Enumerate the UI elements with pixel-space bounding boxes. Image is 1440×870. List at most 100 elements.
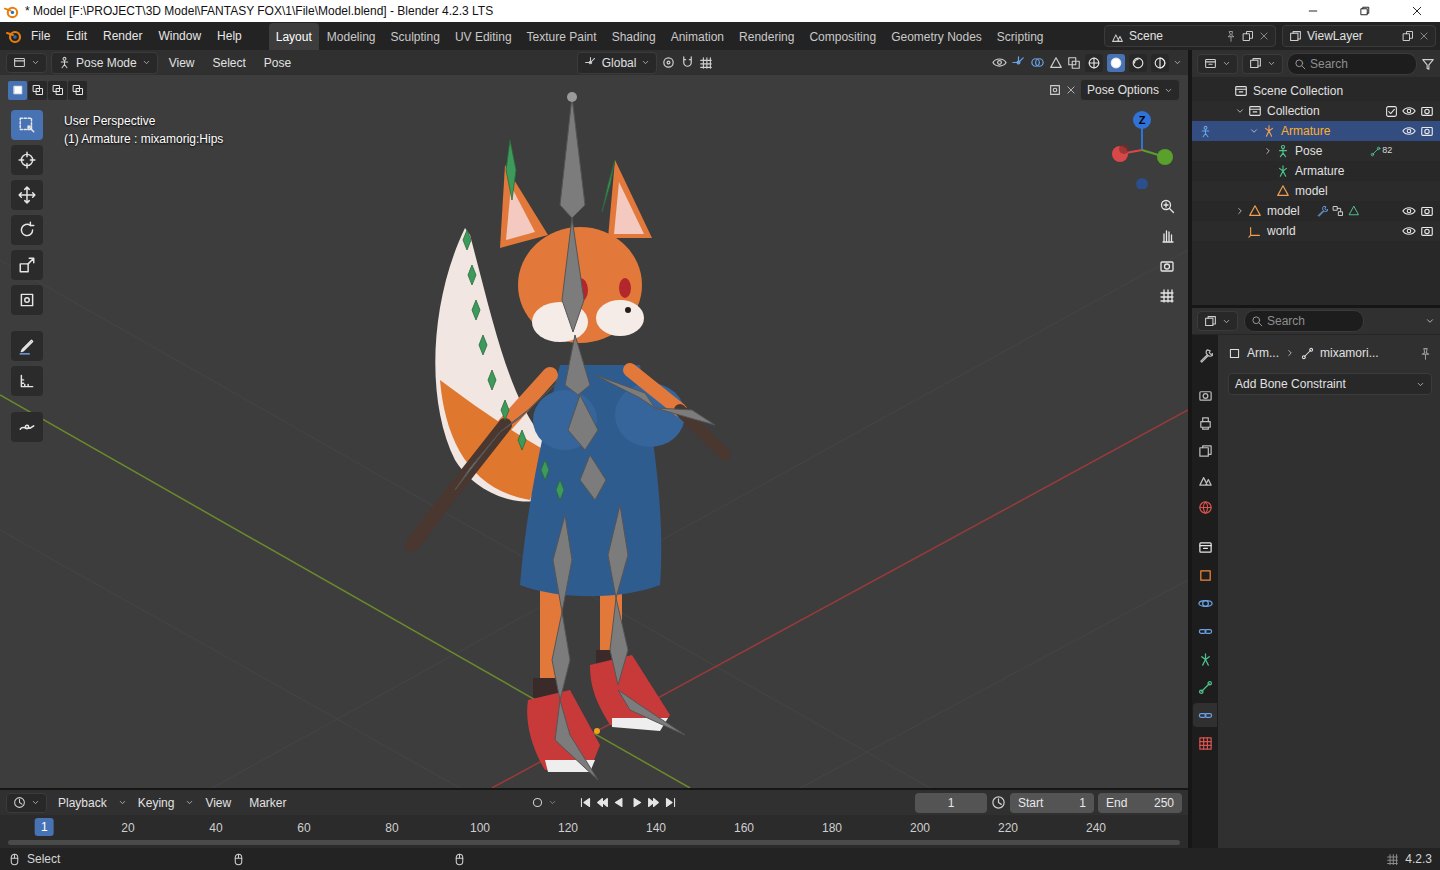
properties-tab[interactable] <box>1193 703 1217 727</box>
properties-tab[interactable] <box>1193 619 1217 643</box>
zoom-button[interactable] <box>1154 193 1180 219</box>
collection-icon[interactable] <box>1198 540 1213 555</box>
view-layer-selector[interactable]: ViewLayer <box>1282 25 1436 47</box>
display-mode-button[interactable] <box>1242 54 1283 74</box>
properties-tab[interactable] <box>1193 535 1217 559</box>
view-layer-name[interactable]: ViewLayer <box>1307 27 1363 45</box>
vertex-groups-icon[interactable] <box>1332 205 1344 217</box>
timeline-menu[interactable]: Playback <box>51 792 114 814</box>
shading-button[interactable] <box>1107 54 1125 72</box>
scene-drawing[interactable] <box>0 75 1188 788</box>
editor-type-button[interactable] <box>6 53 47 73</box>
dropdown-icon[interactable] <box>1164 86 1173 95</box>
cursor-icon[interactable] <box>18 151 36 169</box>
menu-item[interactable]: Render <box>96 24 149 48</box>
filter-icon[interactable] <box>1421 57 1435 71</box>
select-mode-icon[interactable] <box>72 84 84 96</box>
dropdown-icon[interactable] <box>641 58 650 67</box>
properties-tab[interactable] <box>1193 411 1217 435</box>
object-constraint-icon[interactable] <box>1198 624 1213 639</box>
xray-icon[interactable] <box>1067 56 1081 70</box>
close-icon[interactable] <box>1411 5 1423 17</box>
expand-arrow-icon[interactable] <box>1235 206 1245 216</box>
auto-keying-icon[interactable] <box>531 796 544 809</box>
select-icon[interactable] <box>18 116 36 134</box>
mode-dropdown[interactable]: Pose Mode <box>51 52 158 74</box>
output-icon[interactable] <box>1198 416 1213 431</box>
blender-menu-icon[interactable] <box>6 28 22 44</box>
exclude-checkbox-icon[interactable] <box>1385 104 1398 118</box>
row-label[interactable]: Pose <box>1295 142 1322 160</box>
end-frame-field[interactable]: End250 <box>1098 793 1182 813</box>
move-icon[interactable] <box>18 186 36 204</box>
timeline-editor-icon[interactable] <box>13 796 26 809</box>
end-frame[interactable]: 250 <box>1154 794 1174 812</box>
world-icon[interactable] <box>1198 500 1213 515</box>
shading-options-icon[interactable] <box>1173 58 1182 67</box>
mesh-data-icon[interactable] <box>1348 205 1360 217</box>
pose-options-dropdown[interactable]: Pose Options <box>1080 79 1180 101</box>
shading-button[interactable] <box>1151 54 1169 72</box>
start-frame[interactable]: 1 <box>1079 794 1086 812</box>
minimize-icon[interactable] <box>1307 5 1319 17</box>
view-layer-icon[interactable] <box>1198 444 1213 459</box>
outliner-row[interactable]: Pose82 <box>1192 141 1440 161</box>
play-icon[interactable] <box>630 796 643 809</box>
shading-button[interactable] <box>1085 54 1103 72</box>
armature-data-icon[interactable] <box>1198 652 1213 667</box>
transform-affect-icon[interactable] <box>1048 83 1062 97</box>
visibility-icon[interactable] <box>992 55 1007 70</box>
visibility-icon[interactable] <box>1402 204 1416 218</box>
workspace-tab[interactable]: Rendering <box>732 23 801 50</box>
row-label[interactable]: world <box>1267 222 1296 240</box>
row-label[interactable]: Collection <box>1267 102 1320 120</box>
start-frame-field[interactable]: Start1 <box>1010 793 1094 813</box>
workspace-tab[interactable]: Sculpting <box>384 23 447 50</box>
mesh-edit-overlay-icon[interactable] <box>1049 56 1063 70</box>
workspace-tab[interactable]: Compositing <box>802 23 883 50</box>
properties-tab[interactable] <box>1193 591 1217 615</box>
pose-mode-icon[interactable] <box>58 56 71 69</box>
orientation-label[interactable]: Global <box>602 54 637 72</box>
workspace-tab[interactable]: Scripting <box>990 23 1051 50</box>
menu-item[interactable]: File <box>24 24 57 48</box>
perspective-toggle-button[interactable] <box>1154 283 1180 309</box>
pose-options-label[interactable]: Pose Options <box>1087 81 1159 99</box>
keyprev-icon[interactable] <box>596 796 609 809</box>
wireframe-shading-icon[interactable] <box>1087 56 1101 70</box>
remove-view-layer-icon[interactable] <box>1419 31 1429 41</box>
dropdown-icon[interactable] <box>31 58 40 67</box>
camera-view-button[interactable] <box>1154 253 1180 279</box>
transform-icon[interactable] <box>18 291 36 309</box>
render-visibility-icon[interactable] <box>1420 104 1434 118</box>
dropdown-icon[interactable] <box>548 798 557 807</box>
workspace-tab[interactable]: Geometry Nodes <box>884 23 989 50</box>
editor-type-button[interactable] <box>1197 54 1238 74</box>
workspace-tab[interactable]: Layout <box>269 23 319 50</box>
scene-icon[interactable] <box>1198 472 1213 487</box>
outliner-search-input[interactable] <box>1310 55 1410 73</box>
select-mode-button[interactable] <box>28 81 47 100</box>
row-label[interactable]: model <box>1267 202 1300 220</box>
expand-toggle[interactable] <box>1232 206 1248 216</box>
snap-icon[interactable] <box>680 55 695 70</box>
pin-icon[interactable] <box>1225 30 1237 42</box>
orientation-dropdown[interactable]: Global <box>577 52 658 74</box>
material-shading-icon[interactable] <box>1131 56 1145 70</box>
rotate-icon[interactable] <box>18 221 36 239</box>
outliner-row[interactable]: model <box>1192 181 1440 201</box>
add-bone-constraint-label[interactable]: Add Bone Constraint <box>1235 375 1346 393</box>
pan-icon[interactable] <box>1159 228 1175 244</box>
workspace-tab[interactable]: Animation <box>664 23 731 50</box>
measure-icon[interactable] <box>18 372 36 390</box>
properties-tab[interactable] <box>1193 731 1217 755</box>
properties-tab[interactable] <box>1193 563 1217 587</box>
properties-tab[interactable] <box>1193 383 1217 407</box>
scene-name[interactable]: Scene <box>1129 27 1163 45</box>
select-mode-button[interactable] <box>68 81 87 100</box>
bone-icon[interactable] <box>1198 680 1213 695</box>
dropdown-icon[interactable] <box>142 58 151 67</box>
view-layer-icon[interactable] <box>1289 30 1302 43</box>
render-visibility-icon[interactable] <box>1420 204 1434 218</box>
maximize-icon[interactable] <box>1359 5 1371 17</box>
